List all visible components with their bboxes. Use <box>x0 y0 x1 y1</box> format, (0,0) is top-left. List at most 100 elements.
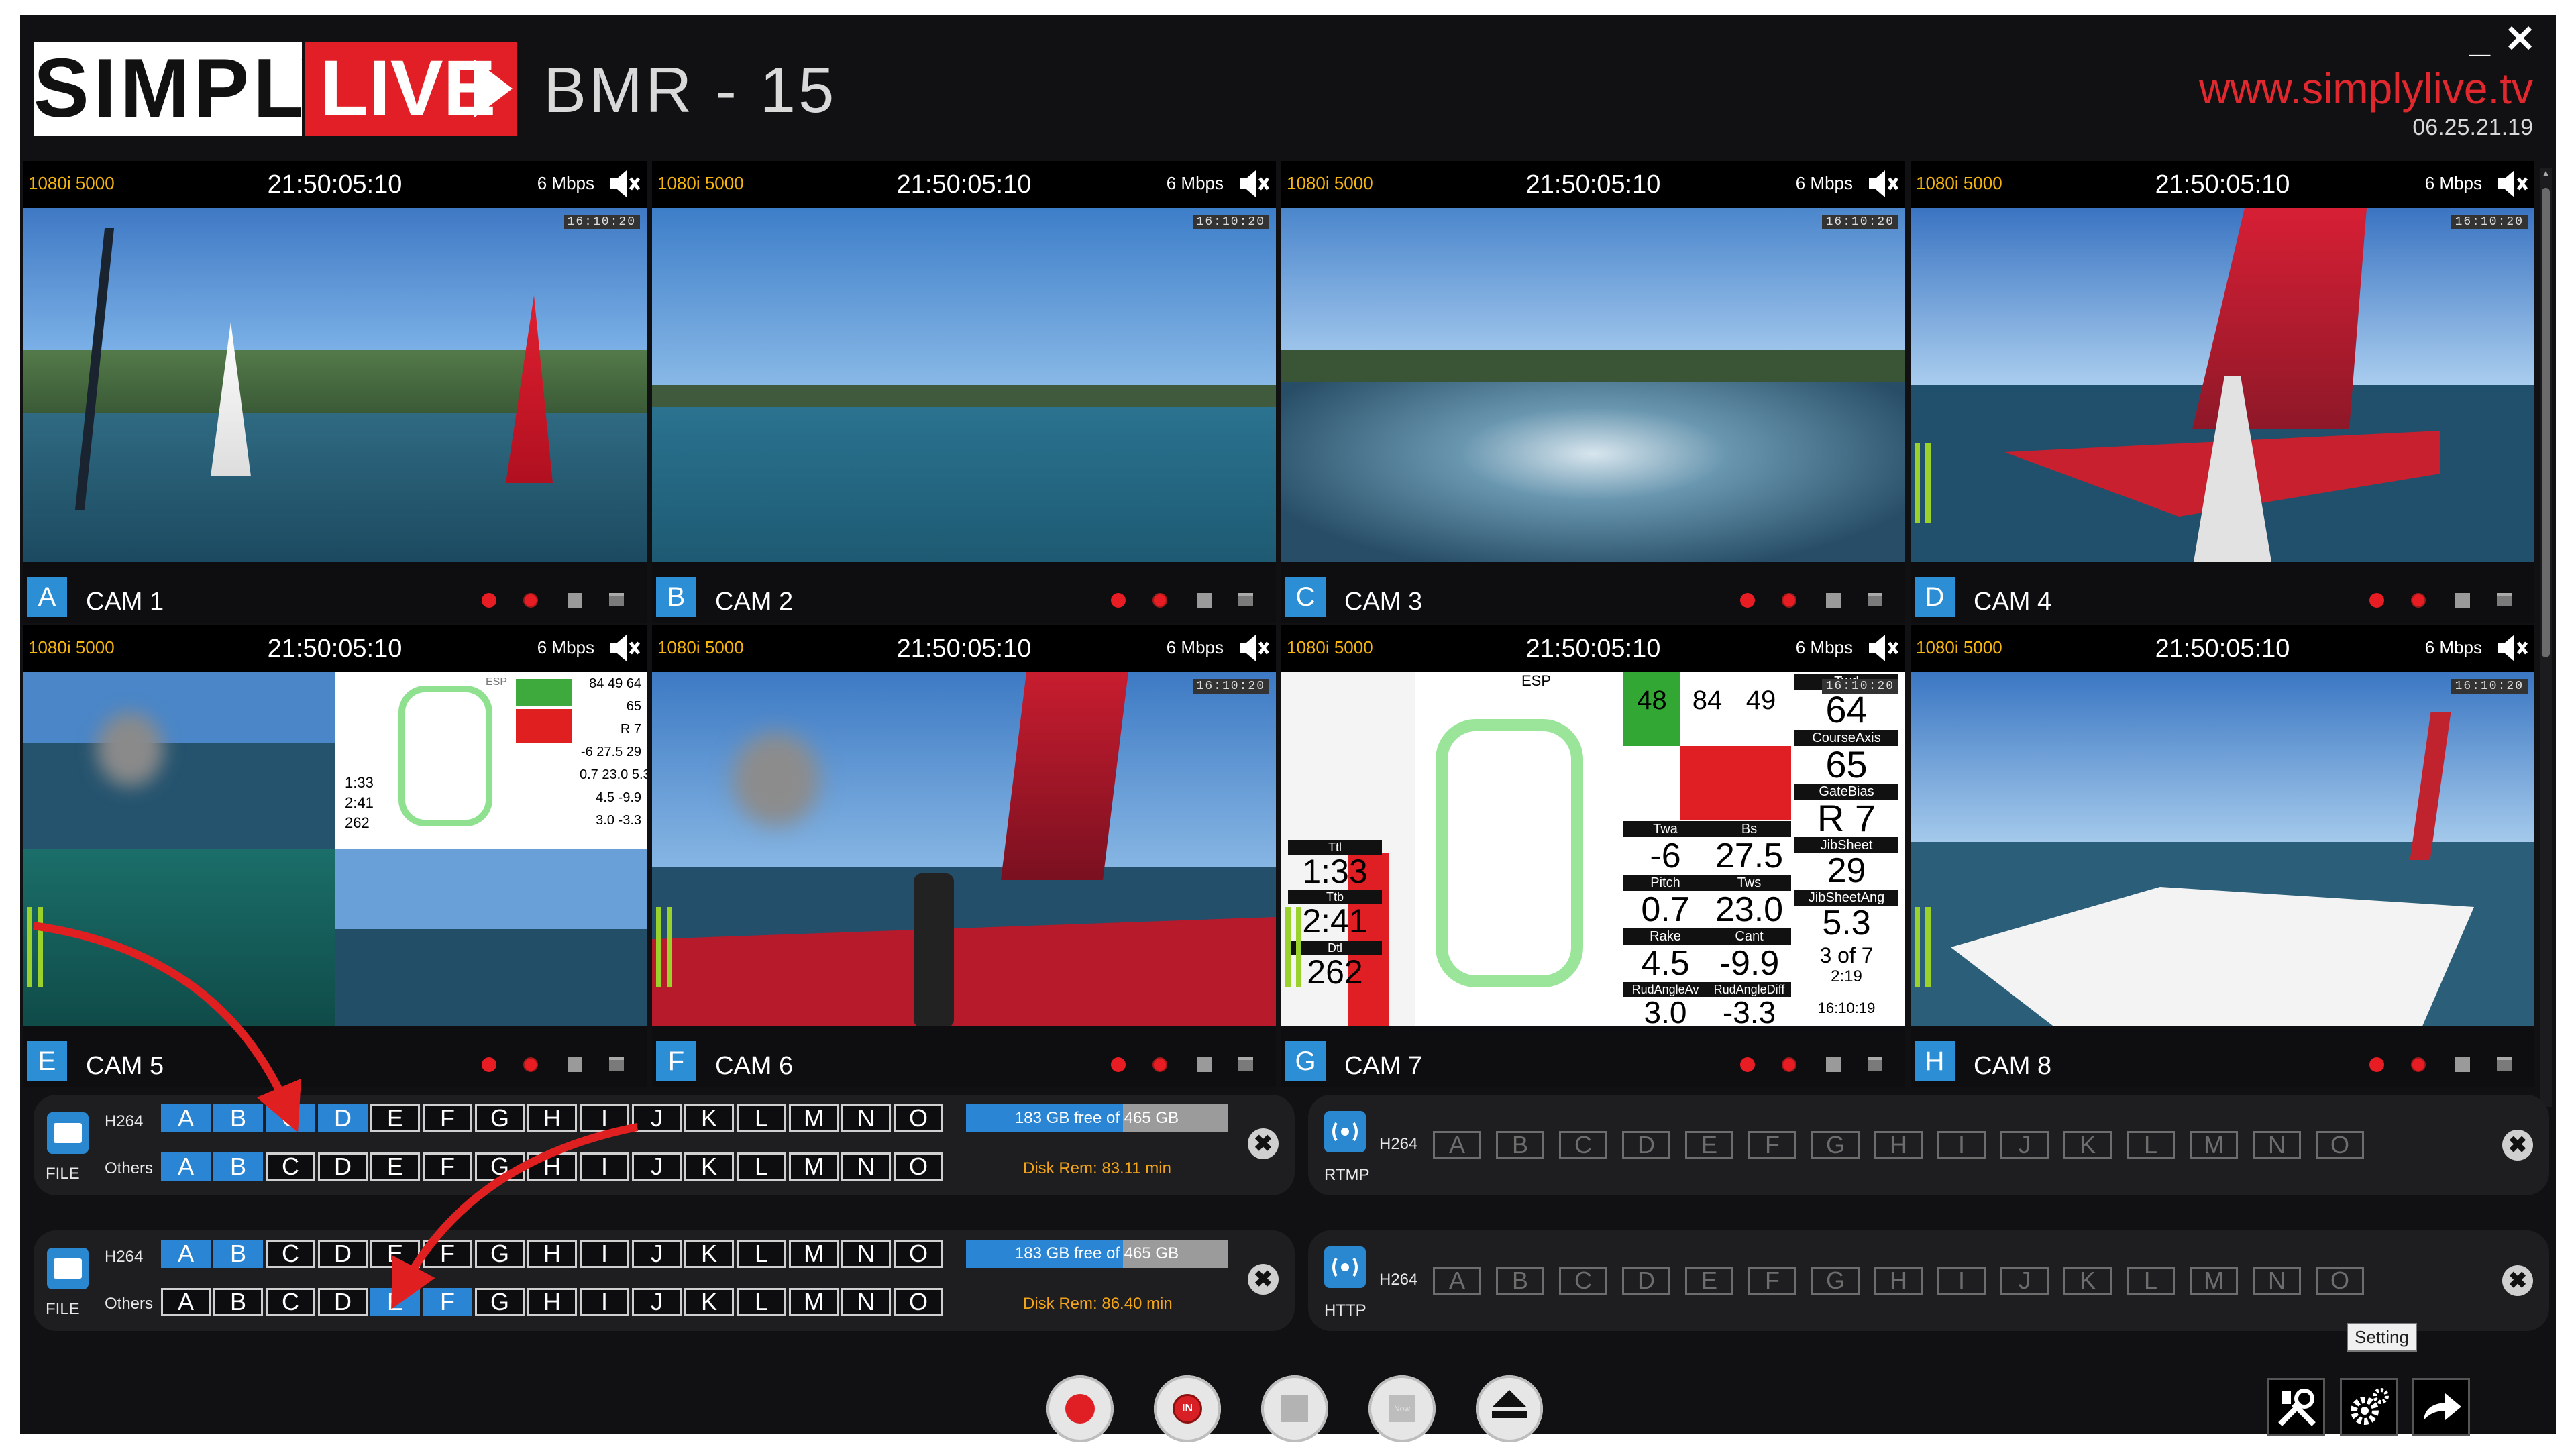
slot-n[interactable]: N <box>2253 1267 2301 1295</box>
slot-b[interactable]: B <box>213 1288 263 1316</box>
slot-c[interactable]: C <box>266 1240 315 1268</box>
mute-icon[interactable] <box>2496 168 2529 200</box>
slot-k[interactable]: K <box>684 1288 734 1316</box>
stop-button[interactable] <box>1261 1375 1328 1442</box>
slot-a[interactable]: A <box>161 1240 211 1268</box>
slot-b[interactable]: B <box>213 1152 263 1181</box>
slot-j[interactable]: J <box>2000 1267 2049 1295</box>
slot-d[interactable]: D <box>318 1104 368 1132</box>
mute-icon[interactable] <box>608 168 641 200</box>
slot-c[interactable]: C <box>266 1104 315 1132</box>
camera-tile-6[interactable]: 1080i 5000 21:50:05:10 6 Mbps 16:10:20 F… <box>652 625 1276 1087</box>
camera-preview[interactable]: 16:10:20 <box>652 208 1276 562</box>
slot-e[interactable]: E <box>1685 1131 1733 1159</box>
slot-c[interactable]: C <box>1559 1267 1607 1295</box>
slot-m[interactable]: M <box>789 1288 839 1316</box>
slot-c[interactable]: C <box>266 1152 315 1181</box>
now-icon[interactable] <box>2497 1057 2512 1071</box>
exit-button[interactable] <box>2412 1378 2470 1436</box>
camera-tile-2[interactable]: 1080i 5000 21:50:05:10 6 Mbps 16:10:20 B… <box>652 161 1276 623</box>
slot-j[interactable]: J <box>632 1288 682 1316</box>
in-record-icon[interactable] <box>2411 593 2426 608</box>
record-icon[interactable] <box>2369 1057 2384 1072</box>
record-icon[interactable] <box>482 1057 496 1072</box>
slot-g[interactable]: G <box>475 1152 525 1181</box>
now-icon[interactable] <box>1238 593 1253 606</box>
slot-m[interactable]: M <box>2190 1267 2238 1295</box>
slot-j[interactable]: J <box>632 1104 682 1132</box>
slot-h[interactable]: H <box>527 1288 577 1316</box>
folder-icon[interactable] <box>47 1248 89 1289</box>
now-icon[interactable] <box>1868 1057 1882 1071</box>
slot-k[interactable]: K <box>2063 1131 2112 1159</box>
in-record-icon[interactable] <box>1782 1057 1796 1072</box>
slot-h[interactable]: H <box>527 1104 577 1132</box>
slot-l[interactable]: L <box>2127 1131 2175 1159</box>
slot-n[interactable]: N <box>841 1152 891 1181</box>
slot-g[interactable]: G <box>475 1288 525 1316</box>
camera-preview[interactable]: 16:10:20 <box>652 672 1276 1026</box>
in-record-button[interactable]: IN <box>1154 1375 1221 1442</box>
now-icon[interactable] <box>1868 593 1882 606</box>
camera-preview[interactable]: 16:10:20 <box>1911 672 2534 1026</box>
camera-tile-8[interactable]: 1080i 5000 21:50:05:10 6 Mbps 16:10:20 H… <box>1911 625 2534 1087</box>
settings-button[interactable] <box>2340 1378 2398 1436</box>
stop-icon[interactable] <box>1197 1057 1212 1072</box>
eject-button[interactable] <box>1476 1375 1543 1442</box>
slot-f[interactable]: F <box>1748 1131 1796 1159</box>
slot-d[interactable]: D <box>1622 1131 1670 1159</box>
slot-j[interactable]: J <box>2000 1131 2049 1159</box>
slot-m[interactable]: M <box>789 1104 839 1132</box>
camera-tile-5[interactable]: 1080i 5000 21:50:05:10 6 Mbps 84 49 64 65… <box>23 625 647 1087</box>
slot-i[interactable]: I <box>1937 1131 1986 1159</box>
slot-l[interactable]: L <box>737 1288 786 1316</box>
slot-m[interactable]: M <box>789 1240 839 1268</box>
mute-icon[interactable] <box>1237 168 1271 200</box>
camera-preview[interactable]: 84 49 64 65 R 7 -6 27.5 29 0.7 23.0 5.3 4.5 -… <box>23 672 647 1026</box>
slot-g[interactable]: G <box>475 1104 525 1132</box>
close-icon[interactable]: ✖ <box>1248 1128 1279 1159</box>
in-record-icon[interactable] <box>2411 1057 2426 1072</box>
slot-f[interactable]: F <box>423 1152 472 1181</box>
slot-b[interactable]: B <box>213 1240 263 1268</box>
stop-icon[interactable] <box>568 593 582 608</box>
stop-icon[interactable] <box>1826 593 1841 608</box>
slot-f[interactable]: F <box>1748 1267 1796 1295</box>
mute-icon[interactable] <box>1866 632 1900 664</box>
slot-d[interactable]: D <box>1622 1267 1670 1295</box>
slot-h[interactable]: H <box>527 1240 577 1268</box>
record-icon[interactable] <box>1740 1057 1755 1072</box>
mute-icon[interactable] <box>1866 168 1900 200</box>
slot-n[interactable]: N <box>841 1288 891 1316</box>
slot-g[interactable]: G <box>1811 1131 1860 1159</box>
mute-icon[interactable] <box>2496 632 2529 664</box>
slot-j[interactable]: J <box>632 1152 682 1181</box>
slot-a[interactable]: A <box>161 1152 211 1181</box>
mute-icon[interactable] <box>608 632 641 664</box>
slot-e[interactable]: E <box>370 1240 420 1268</box>
slot-o[interactable]: O <box>894 1240 943 1268</box>
slot-o[interactable]: O <box>894 1104 943 1132</box>
slot-o[interactable]: O <box>2316 1267 2364 1295</box>
slot-e[interactable]: E <box>370 1288 420 1316</box>
record-icon[interactable] <box>2369 593 2384 608</box>
slot-k[interactable]: K <box>2063 1267 2112 1295</box>
slot-o[interactable]: O <box>2316 1131 2364 1159</box>
slot-b[interactable]: B <box>1496 1131 1544 1159</box>
slot-i[interactable]: I <box>580 1104 629 1132</box>
slot-o[interactable]: O <box>894 1152 943 1181</box>
camera-preview[interactable]: 16:10:20 <box>23 208 647 562</box>
slot-d[interactable]: D <box>318 1288 368 1316</box>
scrollbar-thumb[interactable] <box>2542 188 2550 657</box>
slot-k[interactable]: K <box>684 1240 734 1268</box>
in-record-icon[interactable] <box>1152 1057 1167 1072</box>
slot-g[interactable]: G <box>475 1240 525 1268</box>
slot-n[interactable]: N <box>2253 1131 2301 1159</box>
now-button[interactable]: Now <box>1368 1375 1436 1442</box>
slot-b[interactable]: B <box>1496 1267 1544 1295</box>
slot-a[interactable]: A <box>1433 1131 1481 1159</box>
slot-j[interactable]: J <box>632 1240 682 1268</box>
camera-preview[interactable]: 488449Twd64CourseAxis65GateBiasR 7TwaBsJ… <box>1281 672 1905 1026</box>
camera-preview[interactable]: 16:10:20 <box>1911 208 2534 562</box>
broadcast-icon[interactable] <box>1324 1246 1366 1288</box>
